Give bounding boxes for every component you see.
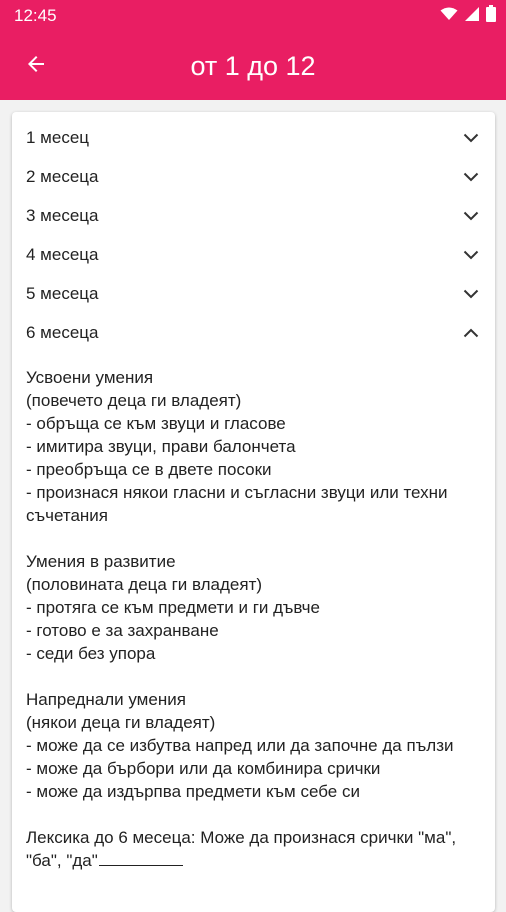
status-icons [440, 5, 496, 27]
section-developing: Умения в развитие (половината деца ги вл… [26, 550, 481, 665]
list-item: - седи без упора [26, 644, 156, 663]
chevron-up-icon [461, 323, 481, 343]
chevron-down-icon [461, 245, 481, 265]
lexicon-text-value: Лексика до 6 месеца: Може да произнася с… [26, 828, 457, 870]
accordion-item-2-months[interactable]: 2 месеца [12, 157, 495, 196]
signal-icon [464, 6, 480, 27]
accordion-item-label: 1 месец [26, 127, 90, 147]
accordion-item-1-month[interactable]: 1 месец [12, 118, 495, 157]
list-item: - може да се избутва напред или да започ… [26, 736, 454, 755]
list-item: - може да бърбори или да комбинира сричк… [26, 759, 381, 778]
list-item: - може да издърпва предмети към себе си [26, 782, 360, 801]
section-title: Усвоени умения [26, 368, 154, 387]
page-title: от 1 до 12 [190, 50, 316, 81]
accordion-item-6-months[interactable]: 6 месеца [12, 313, 495, 352]
accordion-item-4-months[interactable]: 4 месеца [12, 235, 495, 274]
status-time: 12:45 [14, 6, 57, 25]
app-bar: от 1 до 12 [0, 32, 506, 100]
battery-icon [486, 5, 496, 27]
list-item: - протяга се към предмети и ги дъвче [26, 598, 320, 617]
chevron-down-icon [461, 128, 481, 148]
expanded-content: Усвоени умения (повечето деца ги владеят… [12, 352, 495, 872]
section-subtitle: (някои деца ги владеят) [26, 713, 216, 732]
accordion-card: 1 месец 2 месеца 3 месеца 4 месеца 5 мес… [12, 112, 495, 912]
lexicon-text: Лексика до 6 месеца: Може да произнася с… [26, 826, 481, 872]
accordion-item-label: 4 месеца [26, 244, 99, 264]
accordion-item-5-months[interactable]: 5 месеца [12, 274, 495, 313]
list-item: - обръща се към звуци и гласове [26, 414, 286, 433]
status-bar: 12:45 [0, 0, 506, 32]
accordion-item-label: 5 месеца [26, 283, 99, 303]
accordion-item-label: 6 месеца [26, 322, 99, 342]
chevron-down-icon [461, 206, 481, 226]
accordion-item-label: 2 месеца [26, 166, 99, 186]
section-title: Напреднали умения [26, 690, 186, 709]
accordion-item-label: 3 месеца [26, 205, 99, 225]
section-title: Умения в развитие [26, 552, 176, 571]
chevron-down-icon [461, 167, 481, 187]
section-mastered: Усвоени умения (повечето деца ги владеят… [26, 366, 481, 527]
chevron-down-icon [461, 284, 481, 304]
list-item: - произнася някои гласни и съгласни звуц… [26, 483, 448, 525]
section-lexicon: Лексика до 6 месеца: Може да произнася с… [26, 826, 481, 872]
accordion-item-3-months[interactable]: 3 месеца [12, 196, 495, 235]
wifi-icon [440, 6, 458, 26]
underline-decoration [98, 849, 183, 866]
section-advanced: Напреднали умения (някои деца ги владеят… [26, 688, 481, 803]
list-item: - готово е за захранване [26, 621, 219, 640]
list-item: - преобръща се в двете посоки [26, 460, 272, 479]
list-item: - имитира звуци, прави балончета [26, 437, 296, 456]
back-button[interactable] [10, 40, 62, 92]
arrow-back-icon [24, 52, 48, 81]
section-subtitle: (повечето деца ги владеят) [26, 391, 242, 410]
section-subtitle: (половината деца ги владеят) [26, 575, 263, 594]
